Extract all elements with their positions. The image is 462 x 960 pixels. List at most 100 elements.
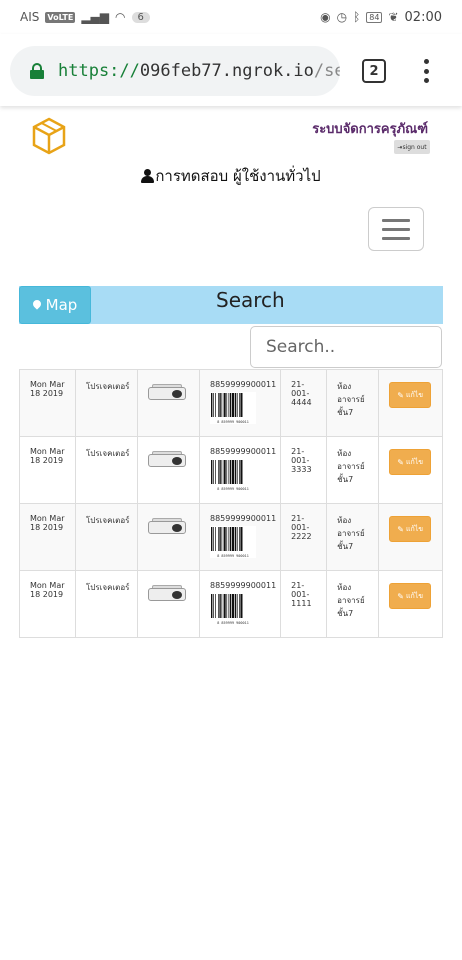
cell-code: 8859999900011 8 859999 900011: [198, 436, 282, 504]
app-title: ระบบจัดการครุภัณฑ์: [312, 122, 428, 137]
menu-bar-icon: [382, 236, 410, 240]
location-text: ห้องอาจารย์ชั้น7: [337, 516, 365, 551]
url-path: /sea: [313, 61, 340, 81]
cell-date: Mon Mar 18 2019: [19, 503, 76, 571]
cell-image: [137, 369, 200, 437]
cell-date: Mon Mar 18 2019: [19, 436, 76, 504]
edit-label: แก้ไข: [405, 591, 424, 600]
location-text: ห้องอาจารย์ชั้น7: [337, 449, 365, 484]
leaf-icon: ❦: [388, 10, 399, 24]
map-button-label: Map: [45, 296, 78, 314]
edit-button[interactable]: ✎ แก้ไข: [389, 449, 432, 475]
cell-location: ห้องอาจารย์ชั้น7: [326, 436, 380, 504]
browser-toolbar: https://096feb77.ngrok.io/sea 2: [0, 34, 462, 106]
barcode-number: 8859999900011: [210, 514, 277, 523]
menu-bar-icon: [382, 227, 410, 231]
cell-asset-id: 21-001-1111: [280, 570, 328, 638]
cell-date: Mon Mar 18 2019: [19, 369, 76, 437]
asset-id-text: 21-001-1111: [291, 581, 312, 608]
cell-asset-id: 21-001-3333: [280, 436, 328, 504]
date-text: Mon Mar 18 2019: [30, 581, 65, 599]
url-scheme: https://: [58, 61, 140, 81]
barcode-image: 8 859999 900011: [210, 593, 256, 625]
barcode-image: 8 859999 900011: [210, 392, 256, 424]
cell-action: ✎ แก้ไข: [378, 503, 443, 571]
wifi-icon: ◠: [115, 10, 126, 24]
type-text: โปรเจคเตอร์: [86, 382, 130, 391]
user-icon: [141, 169, 155, 183]
svg-text:8 859999 900011: 8 859999 900011: [217, 554, 249, 558]
status-bar: AIS VoLTE ▂▄▆ ◠ 6 ◉ ◷ ᛒ 84 ❦ 02:00: [0, 0, 462, 34]
notification-count: 6: [131, 11, 150, 23]
current-user: การทดสอบ ผู้ใช้งานทั่วไป: [0, 164, 462, 188]
alarm-icon: ◷: [336, 10, 348, 24]
menu-bar-icon: [382, 218, 410, 222]
cell-image: [137, 436, 200, 504]
cube-logo-icon[interactable]: [30, 116, 68, 156]
barcode-number: 8859999900011: [210, 380, 277, 389]
browser-menu-button[interactable]: [418, 56, 434, 86]
tab-switcher-button[interactable]: 2: [362, 59, 386, 83]
edit-button[interactable]: ✎ แก้ไข: [389, 382, 432, 408]
search-input[interactable]: [250, 326, 442, 368]
date-text: Mon Mar 18 2019: [30, 514, 65, 532]
cell-date: Mon Mar 18 2019: [19, 570, 76, 638]
location-text: ห้องอาจารย์ชั้น7: [337, 583, 365, 618]
bluetooth-icon: ᛒ: [353, 10, 361, 24]
edit-label: แก้ไข: [405, 524, 424, 533]
date-text: Mon Mar 18 2019: [30, 380, 65, 398]
carrier-label: AIS: [20, 10, 40, 24]
projector-image: [148, 517, 188, 539]
location-text: ห้องอาจารย์ชั้น7: [337, 382, 365, 417]
clock-time: 02:00: [404, 9, 442, 25]
barcode-number: 8859999900011: [210, 581, 277, 590]
nav-menu-toggle[interactable]: [368, 207, 424, 251]
table-row: Mon Mar 18 2019 โปรเจคเตอร์ 885999990001…: [19, 570, 443, 638]
edit-icon: ✎: [397, 591, 404, 601]
date-text: Mon Mar 18 2019: [30, 447, 65, 465]
asset-id-text: 21-001-2222: [291, 514, 312, 541]
cell-location: ห้องอาจารย์ชั้น7: [326, 503, 380, 571]
type-text: โปรเจคเตอร์: [86, 583, 130, 592]
cell-asset-id: 21-001-2222: [280, 503, 328, 571]
cell-asset-id: 21-001-4444: [280, 369, 328, 437]
cell-image: [137, 570, 200, 638]
edit-label: แก้ไข: [405, 457, 424, 466]
url-host: 096feb77.ngrok.io: [139, 61, 314, 81]
projector-image: [148, 584, 188, 606]
signout-button[interactable]: ⇥ sign out: [394, 140, 430, 154]
cell-location: ห้องอาจารย์ชั้น7: [326, 570, 380, 638]
asset-id-text: 21-001-3333: [291, 447, 312, 474]
asset-id-text: 21-001-4444: [291, 380, 312, 407]
status-right: ◉ ◷ ᛒ 84 ❦ 02:00: [320, 10, 442, 25]
projector-image: [148, 383, 188, 405]
edit-icon: ✎: [397, 524, 404, 534]
barcode-image: 8 859999 900011: [210, 526, 256, 558]
edit-button[interactable]: ✎ แก้ไข: [389, 516, 432, 542]
table-row: Mon Mar 18 2019 โปรเจคเตอร์ 885999990001…: [19, 503, 443, 571]
edit-icon: ✎: [397, 457, 404, 467]
dot-icon: [423, 68, 429, 74]
cell-code: 8859999900011 8 859999 900011: [198, 503, 282, 571]
lock-icon: [30, 63, 44, 79]
map-button[interactable]: Map: [19, 286, 91, 324]
cell-image: [137, 503, 200, 571]
svg-text:8 859999 900011: 8 859999 900011: [217, 621, 249, 625]
cell-type: โปรเจคเตอร์: [75, 369, 138, 437]
cell-action: ✎ แก้ไข: [378, 436, 443, 504]
cell-type: โปรเจคเตอร์: [75, 570, 138, 638]
dot-icon: [423, 78, 429, 83]
type-text: โปรเจคเตอร์: [86, 449, 130, 458]
url-text[interactable]: https://096feb77.ngrok.io/sea: [58, 61, 340, 81]
barcode-image: 8 859999 900011: [210, 459, 256, 491]
table-row: Mon Mar 18 2019 โปรเจคเตอร์ 885999990001…: [19, 369, 443, 437]
cell-type: โปรเจคเตอร์: [75, 436, 138, 504]
cell-action: ✎ แก้ไข: [378, 369, 443, 437]
inventory-table-body: Mon Mar 18 2019 โปรเจคเตอร์ 885999990001…: [19, 369, 443, 638]
svg-text:8 859999 900011: 8 859999 900011: [217, 487, 249, 491]
signal-icon: ▂▄▆: [81, 10, 110, 24]
dot-icon: [423, 59, 429, 64]
edit-button[interactable]: ✎ แก้ไข: [389, 583, 432, 609]
address-bar[interactable]: https://096feb77.ngrok.io/sea: [10, 46, 340, 96]
battery-level: 84: [366, 11, 383, 23]
